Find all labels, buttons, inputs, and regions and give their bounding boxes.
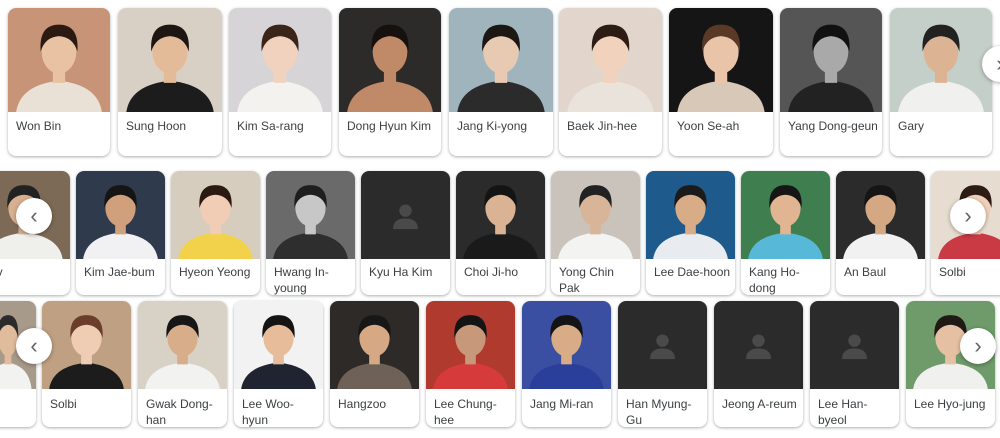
person-photo bbox=[890, 8, 992, 112]
person-photo bbox=[741, 171, 830, 259]
person-photo bbox=[836, 171, 925, 259]
person-photo bbox=[171, 171, 260, 259]
person-card[interactable]: Lee Dae-hoon bbox=[646, 171, 735, 295]
person-card[interactable]: Dong Hyun Kim bbox=[339, 8, 441, 156]
previous-button[interactable]: ‹ bbox=[16, 328, 52, 364]
person-card[interactable]: Yang Dong-geun bbox=[780, 8, 882, 156]
chevron-right-icon: › bbox=[974, 333, 982, 358]
chevron-left-icon: ‹ bbox=[30, 333, 38, 358]
image-carousel-row-1: Won Bin Sung Hoon Kim Sa-rang Dong Hyun … bbox=[0, 8, 1000, 156]
person-card[interactable]: Yong Chin Pak bbox=[551, 171, 640, 295]
person-card[interactable] bbox=[0, 301, 36, 427]
person-name: Lee Han-byeol bbox=[818, 397, 868, 427]
person-name: Sung Hoon bbox=[126, 119, 187, 133]
image-carousel-row-3: Solbi Gwak Dong-han Lee Woo-hyun Hangzoo… bbox=[0, 301, 1000, 427]
person-name: Hwang In-young bbox=[274, 265, 329, 295]
person-photo bbox=[138, 301, 227, 389]
person-name: An Baul bbox=[844, 265, 887, 279]
chevron-right-icon: › bbox=[964, 203, 972, 228]
person-photo bbox=[339, 8, 441, 112]
person-card[interactable]: Baek Jin-hee bbox=[559, 8, 662, 156]
person-photo bbox=[522, 301, 611, 389]
chevron-right-icon: › bbox=[996, 53, 1000, 75]
person-card[interactable]: Jang Ki-yong bbox=[449, 8, 553, 156]
person-card[interactable]: Kim Sa-rang bbox=[229, 8, 331, 156]
person-card[interactable]: Lee Chung-hee bbox=[426, 301, 515, 427]
person-photo bbox=[8, 8, 110, 112]
next-button[interactable]: › bbox=[960, 328, 996, 364]
person-name: Lee Chung-hee bbox=[434, 397, 497, 427]
person-name: Won Bin bbox=[16, 119, 62, 133]
person-card[interactable]: Won Bin bbox=[8, 8, 110, 156]
person-card[interactable]: Kyu Ha Kim bbox=[361, 171, 450, 295]
person-photo bbox=[456, 171, 545, 259]
person-photo bbox=[426, 301, 515, 389]
person-name: Han Myung-Gu bbox=[626, 397, 692, 427]
person-photo bbox=[42, 301, 131, 389]
person-name: Kang Ho-dong bbox=[749, 265, 800, 295]
person-card[interactable]: Jeong A-reum bbox=[714, 301, 803, 427]
previous-button[interactable]: ‹ bbox=[16, 198, 52, 234]
chevron-left-icon: ‹ bbox=[30, 203, 38, 228]
person-photo bbox=[330, 301, 419, 389]
person-card[interactable]: Kim Jae-bum bbox=[76, 171, 165, 295]
person-photo bbox=[646, 171, 735, 259]
person-name: Lee Hyo-jung bbox=[914, 397, 986, 411]
person-name: Yoon Se-ah bbox=[677, 119, 740, 133]
person-name: Yong Chin Pak bbox=[559, 265, 614, 295]
image-carousel-row-2: ary Kim Jae-bum Hyeon Yeong Hwang In-you… bbox=[0, 171, 1000, 295]
person-card[interactable]: Han Myung-Gu bbox=[618, 301, 707, 427]
person-photo bbox=[118, 8, 222, 112]
person-placeholder-image bbox=[714, 301, 803, 389]
person-card[interactable]: Hangzoo bbox=[330, 301, 419, 427]
person-placeholder-image bbox=[810, 301, 899, 389]
person-card[interactable]: Solbi bbox=[42, 301, 131, 427]
person-name: Lee Dae-hoon bbox=[654, 265, 731, 279]
person-card[interactable]: Jang Mi-ran bbox=[522, 301, 611, 427]
person-placeholder-image bbox=[361, 171, 450, 259]
person-name: Jang Ki-yong bbox=[457, 119, 528, 133]
person-photo bbox=[559, 8, 662, 112]
person-card[interactable]: Gwak Dong-han bbox=[138, 301, 227, 427]
person-photo bbox=[669, 8, 773, 112]
person-card[interactable]: Kang Ho-dong bbox=[741, 171, 830, 295]
person-card[interactable]: Hyeon Yeong bbox=[171, 171, 260, 295]
person-card[interactable]: Yoon Se-ah bbox=[669, 8, 773, 156]
person-card[interactable]: Lee Hyo-jung bbox=[906, 301, 995, 427]
person-photo bbox=[551, 171, 640, 259]
person-card[interactable]: Lee Han-byeol bbox=[810, 301, 899, 427]
person-name: Yang Dong-geun bbox=[788, 119, 878, 133]
person-name: Solbi bbox=[939, 265, 966, 279]
next-button[interactable]: › bbox=[950, 198, 986, 234]
person-photo bbox=[229, 8, 331, 112]
person-name: Kyu Ha Kim bbox=[369, 265, 433, 279]
person-name: Solbi bbox=[50, 397, 77, 411]
person-name: Jang Mi-ran bbox=[530, 397, 594, 411]
person-name: Lee Woo-hyun bbox=[242, 397, 294, 427]
person-photo bbox=[780, 8, 882, 112]
person-card[interactable]: Sung Hoon bbox=[118, 8, 222, 156]
person-name: Gary bbox=[898, 119, 925, 133]
person-photo bbox=[449, 8, 553, 112]
person-name: Jeong A-reum bbox=[722, 397, 797, 411]
person-name: Gwak Dong-han bbox=[146, 397, 213, 427]
person-name: Dong Hyun Kim bbox=[347, 119, 432, 133]
person-name: Kim Sa-rang bbox=[237, 119, 304, 133]
person-card[interactable]: Gary bbox=[890, 8, 992, 156]
person-card[interactable]: Hwang In-young bbox=[266, 171, 355, 295]
person-photo bbox=[234, 301, 323, 389]
person-name: Baek Jin-hee bbox=[567, 119, 638, 133]
person-card[interactable]: An Baul bbox=[836, 171, 925, 295]
person-placeholder-image bbox=[618, 301, 707, 389]
person-name: Kim Jae-bum bbox=[84, 265, 155, 279]
person-name: Hyeon Yeong bbox=[179, 265, 251, 279]
person-card[interactable]: Choi Ji-ho bbox=[456, 171, 545, 295]
person-name: Choi Ji-ho bbox=[464, 265, 519, 279]
person-photo bbox=[76, 171, 165, 259]
person-name: Hangzoo bbox=[338, 397, 387, 411]
person-name: ary bbox=[0, 264, 66, 280]
person-photo bbox=[266, 171, 355, 259]
person-card[interactable]: Lee Woo-hyun bbox=[234, 301, 323, 427]
